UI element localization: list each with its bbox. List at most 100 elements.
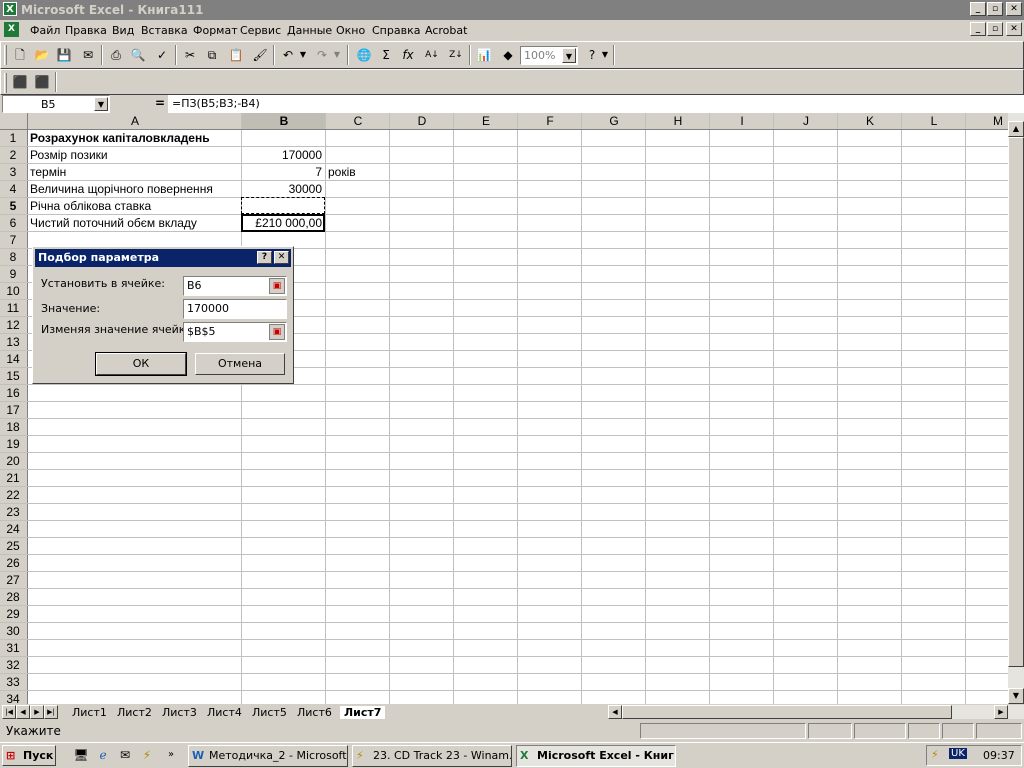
show-desktop-icon[interactable]: 🖥: [70, 744, 92, 766]
row-header-28[interactable]: 28: [0, 590, 26, 604]
task-winamp[interactable]: ⚡ 23. CD Track 23 - Winam...: [352, 745, 512, 767]
row-header-7[interactable]: 7: [0, 233, 26, 247]
workbook-icon[interactable]: X: [4, 22, 19, 37]
row-header-25[interactable]: 25: [0, 539, 26, 553]
autosum-icon[interactable]: Σ: [375, 44, 397, 66]
row-header-6[interactable]: 6: [0, 216, 26, 230]
undo-icon[interactable]: ↶: [277, 44, 299, 66]
cell-c3[interactable]: років: [328, 165, 356, 179]
chart-wizard-icon[interactable]: 📊: [473, 44, 495, 66]
column-header-j[interactable]: J: [774, 114, 838, 128]
sheet-tab-1[interactable]: Лист1: [72, 706, 107, 719]
scroll-thumb[interactable]: [1008, 137, 1024, 667]
menu-file[interactable]: Файл: [30, 24, 60, 37]
sort-ascending-icon[interactable]: A↓: [421, 44, 443, 66]
scroll-up-icon[interactable]: ▲: [1008, 121, 1024, 137]
sheet-tab-3[interactable]: Лист3: [162, 706, 197, 719]
menu-window[interactable]: Окно: [336, 24, 365, 37]
cancel-button[interactable]: Отмена: [195, 353, 285, 375]
scroll-down-icon[interactable]: ▼: [1008, 688, 1024, 704]
menu-tools[interactable]: Сервис: [240, 24, 281, 37]
row-header-30[interactable]: 30: [0, 624, 26, 638]
menu-acrobat[interactable]: Acrobat: [425, 24, 467, 37]
outlook-express-icon[interactable]: ✉: [114, 744, 136, 766]
row-header-5[interactable]: 5: [0, 199, 26, 213]
row-header-27[interactable]: 27: [0, 573, 26, 587]
sheet-tab-4[interactable]: Лист4: [207, 706, 242, 719]
task-excel-active[interactable]: X Microsoft Excel - Книг...: [516, 745, 676, 767]
sheet-tab-6[interactable]: Лист6: [297, 706, 332, 719]
horizontal-scroll-thumb[interactable]: [622, 705, 952, 719]
cell-b5-selection[interactable]: [241, 197, 325, 214]
next-sheet-icon[interactable]: ▶: [30, 705, 44, 719]
horizontal-scrollbar[interactable]: ◀ ▶: [608, 705, 1024, 719]
start-button[interactable]: ⊞ Пуск: [2, 745, 56, 766]
dialog-close-button[interactable]: ✕: [274, 251, 289, 264]
maximize-button[interactable]: ▫: [987, 2, 1003, 16]
cell-b4[interactable]: 30000: [242, 182, 322, 196]
close-button[interactable]: ✕: [1006, 2, 1022, 16]
row-header-4[interactable]: 4: [0, 182, 26, 196]
excel-icon[interactable]: X: [3, 2, 17, 16]
toolbar-grip[interactable]: [4, 45, 7, 65]
row-header-2[interactable]: 2: [0, 148, 26, 162]
tray-winamp-icon[interactable]: ⚡: [931, 748, 939, 761]
sheet-tab-5[interactable]: Лист5: [252, 706, 287, 719]
convert-to-pdf-icon[interactable]: ⬛: [9, 71, 31, 93]
cell-a6[interactable]: Чистий поточний обєм вкладу: [30, 216, 197, 230]
column-header-i[interactable]: I: [710, 114, 774, 128]
paste-icon[interactable]: 📋: [225, 44, 247, 66]
row-header-8[interactable]: 8: [0, 250, 26, 264]
convert-and-email-pdf-icon[interactable]: ⬛: [31, 71, 53, 93]
last-sheet-icon[interactable]: ▶|: [44, 705, 58, 719]
task-word-document[interactable]: W Методичка_2 - Microsoft...: [188, 745, 348, 767]
menu-insert[interactable]: Вставка: [141, 24, 188, 37]
doc-restore-button[interactable]: ▫: [987, 22, 1003, 36]
copy-icon[interactable]: ⧉: [201, 44, 223, 66]
column-header-l[interactable]: L: [902, 114, 966, 128]
column-header-e[interactable]: E: [454, 114, 518, 128]
cell-b2[interactable]: 170000: [242, 148, 322, 162]
column-header-h[interactable]: H: [646, 114, 710, 128]
row-header-20[interactable]: 20: [0, 454, 26, 468]
cell-a2[interactable]: Розмір позики: [30, 148, 108, 162]
cell-b3[interactable]: 7: [242, 165, 322, 179]
row-header-33[interactable]: 33: [0, 675, 26, 689]
row-header-9[interactable]: 9: [0, 267, 26, 281]
sort-descending-icon[interactable]: Z↓: [445, 44, 467, 66]
scroll-right-icon[interactable]: ▶: [994, 705, 1008, 719]
row-header-10[interactable]: 10: [0, 284, 26, 298]
column-header-k[interactable]: K: [838, 114, 902, 128]
row-header-34[interactable]: 34: [0, 692, 26, 704]
menu-view[interactable]: Вид: [112, 24, 134, 37]
row-header-16[interactable]: 16: [0, 386, 26, 400]
value-input[interactable]: 170000: [183, 299, 287, 319]
row-header-15[interactable]: 15: [0, 369, 26, 383]
name-box[interactable]: B5 ▼: [2, 95, 110, 113]
scroll-left-icon[interactable]: ◀: [608, 705, 622, 719]
doc-minimize-button[interactable]: _: [970, 22, 986, 36]
collapse-dialog-icon[interactable]: ▣: [269, 324, 285, 340]
changing-cell-input[interactable]: $B$5 ▣: [183, 322, 287, 342]
spelling-icon[interactable]: ✓: [151, 44, 173, 66]
row-header-31[interactable]: 31: [0, 641, 26, 655]
row-header-17[interactable]: 17: [0, 403, 26, 417]
row-header-21[interactable]: 21: [0, 471, 26, 485]
cell-a1[interactable]: Розрахунок капіталовкладень: [30, 131, 210, 145]
row-header-29[interactable]: 29: [0, 607, 26, 621]
save-icon[interactable]: 💾: [53, 44, 75, 66]
formula-equals-icon[interactable]: =: [155, 96, 165, 110]
redo-dropdown-icon[interactable]: ▼: [331, 44, 343, 66]
row-header-14[interactable]: 14: [0, 352, 26, 366]
zoom-dropdown-icon[interactable]: ▼: [562, 48, 576, 63]
vertical-scrollbar[interactable]: ▲ ▼: [1008, 113, 1024, 704]
undo-dropdown-icon[interactable]: ▼: [297, 44, 309, 66]
row-header-32[interactable]: 32: [0, 658, 26, 672]
column-header-c[interactable]: C: [326, 114, 390, 128]
row-header-23[interactable]: 23: [0, 505, 26, 519]
row-header-11[interactable]: 11: [0, 301, 26, 315]
quicklaunch-more-icon[interactable]: »: [160, 744, 182, 766]
print-preview-icon[interactable]: 🔍: [127, 44, 149, 66]
column-header-g[interactable]: G: [582, 114, 646, 128]
winamp-icon[interactable]: ⚡: [136, 744, 158, 766]
